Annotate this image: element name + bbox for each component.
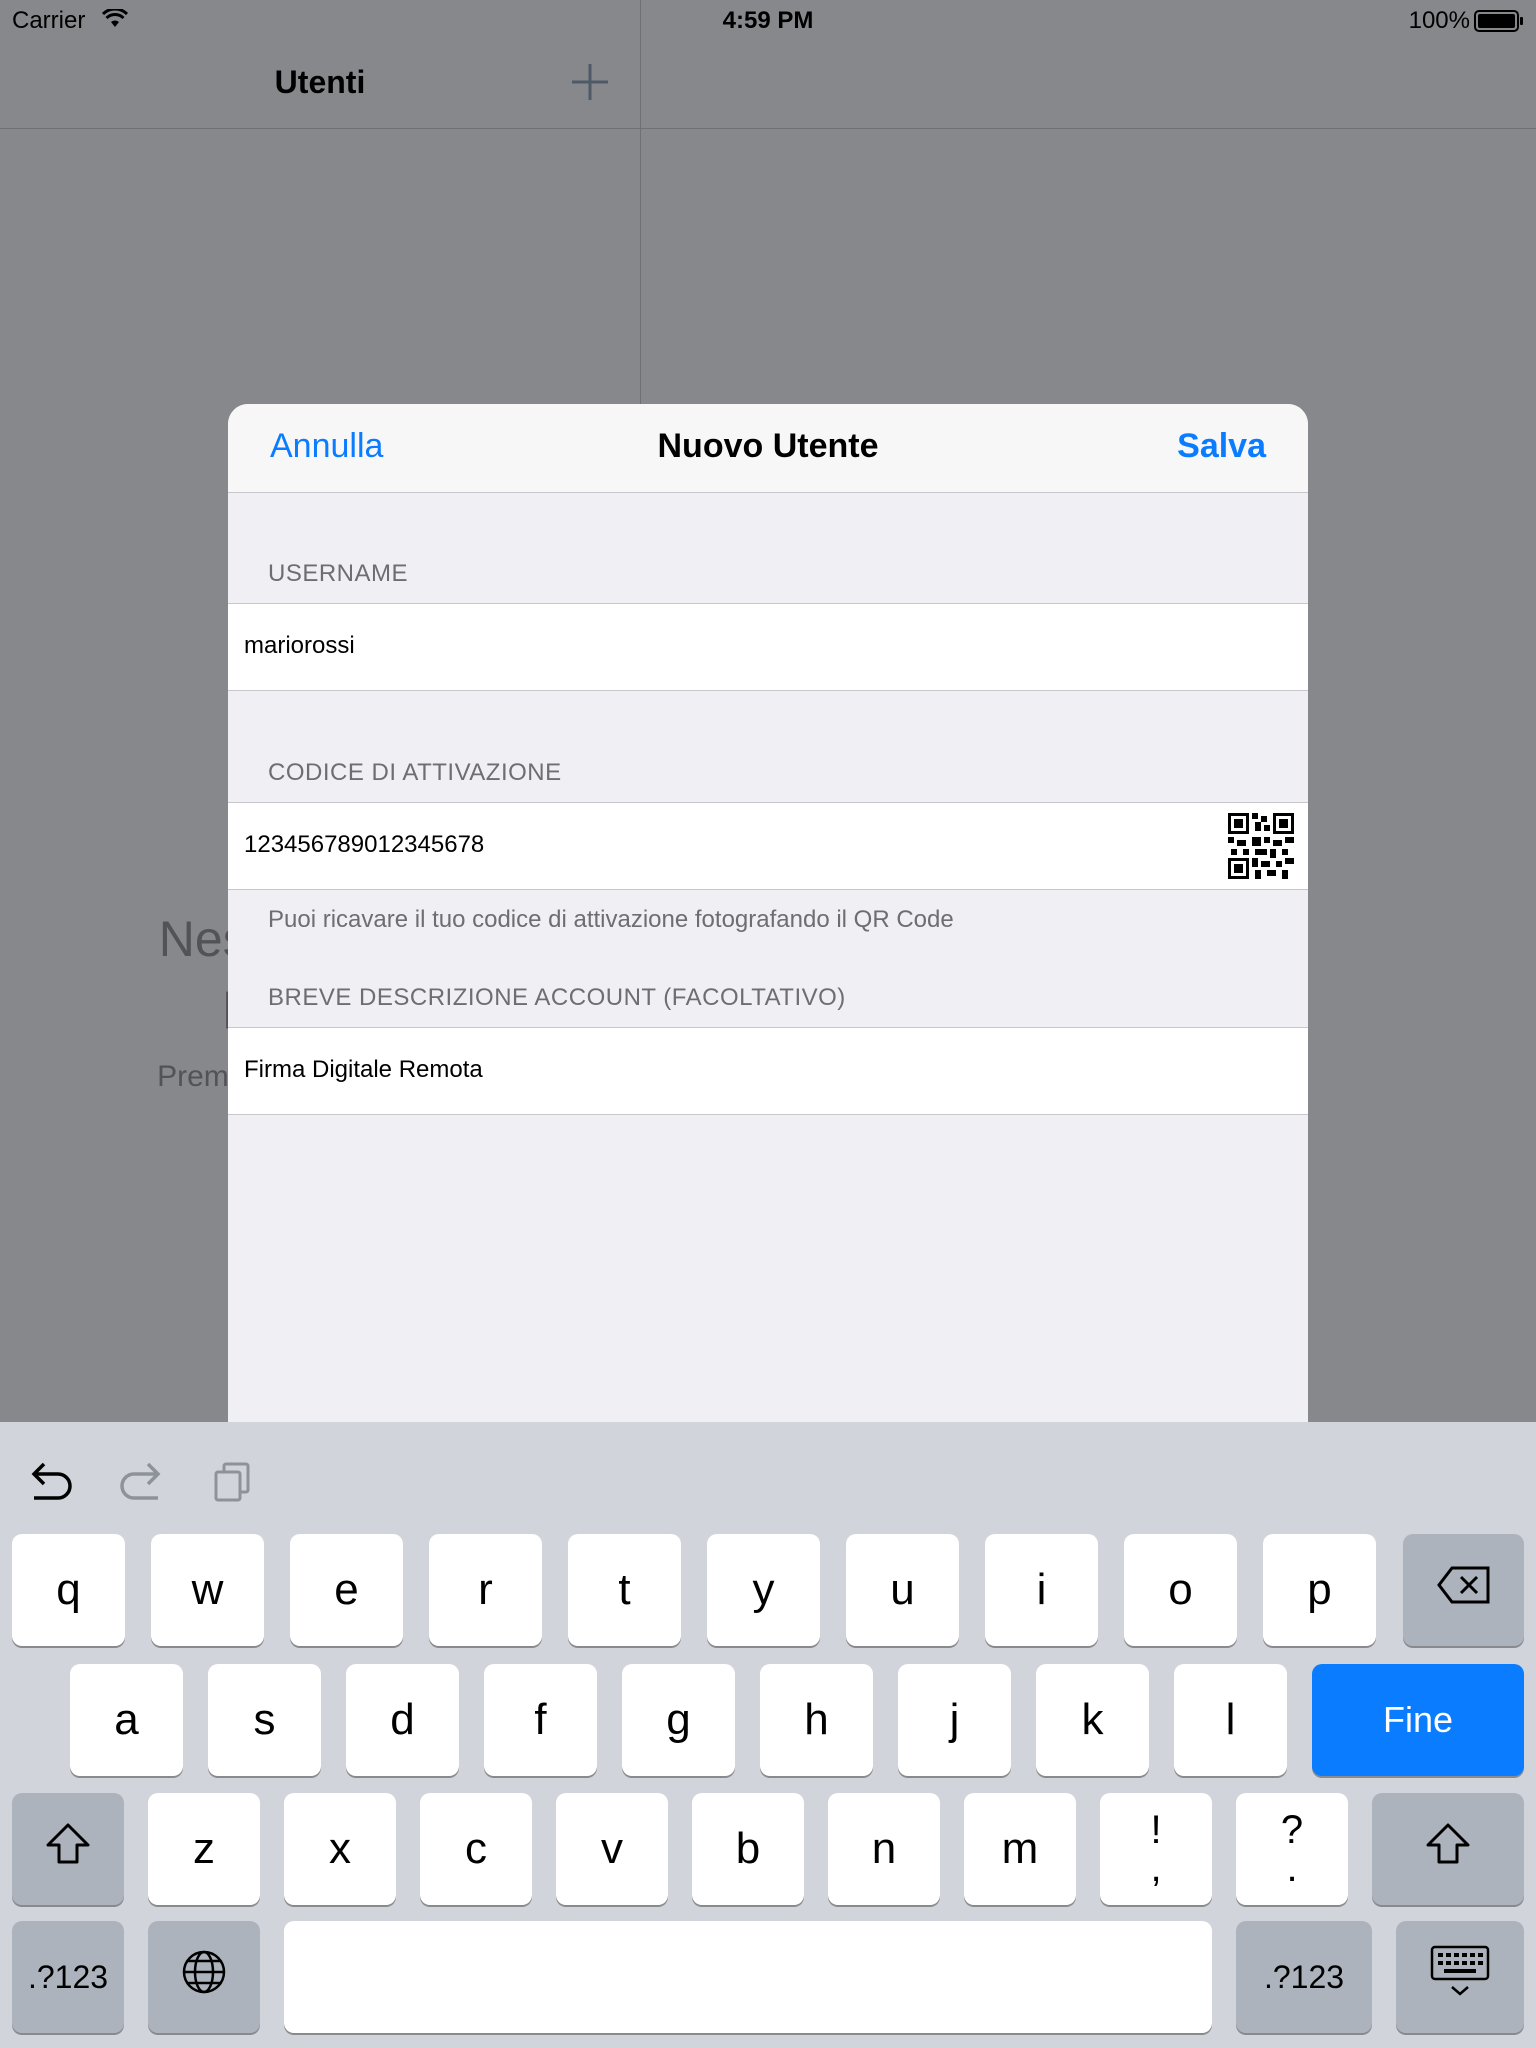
key-punct1-top: ! bbox=[1150, 1808, 1162, 1852]
qr-code-icon[interactable] bbox=[1228, 813, 1294, 884]
done-key[interactable]: Fine bbox=[1312, 1664, 1524, 1776]
key-e[interactable]: e bbox=[290, 1534, 403, 1646]
keyboard-dismiss-key[interactable] bbox=[1396, 1921, 1524, 2033]
plus-icon[interactable] bbox=[566, 58, 614, 111]
key-s[interactable]: s bbox=[208, 1664, 321, 1776]
key-question-period[interactable]: ? . bbox=[1236, 1793, 1348, 1905]
key-punct1-bottom: , bbox=[1150, 1846, 1162, 1890]
paste-icon[interactable] bbox=[212, 1460, 256, 1509]
key-l[interactable]: l bbox=[1174, 1664, 1287, 1776]
description-field[interactable]: Firma Digitale Remota bbox=[228, 1027, 1308, 1115]
master-title: Utenti bbox=[274, 64, 366, 100]
sheet-title: Nuovo Utente bbox=[657, 427, 879, 465]
activation-code-value: 123456789012345678 bbox=[244, 831, 485, 858]
activation-section-header: CODICE DI ATTIVAZIONE bbox=[268, 759, 562, 786]
key-j[interactable]: j bbox=[898, 1664, 1011, 1776]
username-field[interactable]: mariorossi bbox=[228, 603, 1308, 691]
description-section-header: BREVE DESCRIZIONE ACCOUNT (FACOLTATIVO) bbox=[268, 984, 846, 1011]
status-time: 4:59 PM bbox=[722, 7, 814, 34]
keyboard-dismiss-icon bbox=[1430, 1945, 1490, 2010]
description-value: Firma Digitale Remota bbox=[244, 1056, 483, 1083]
sheet-navigation-bar: Annulla Nuovo Utente Salva bbox=[228, 404, 1308, 493]
key-exclamation-comma[interactable]: ! , bbox=[1100, 1793, 1212, 1905]
key-o[interactable]: o bbox=[1124, 1534, 1237, 1646]
key-q[interactable]: q bbox=[12, 1534, 125, 1646]
space-key[interactable] bbox=[284, 1921, 1212, 2033]
key-v[interactable]: v bbox=[556, 1793, 668, 1905]
key-p[interactable]: p bbox=[1263, 1534, 1376, 1646]
key-z[interactable]: z bbox=[148, 1793, 260, 1905]
redo-icon[interactable] bbox=[118, 1460, 166, 1509]
key-g[interactable]: g bbox=[622, 1664, 735, 1776]
numbers-key-right[interactable]: .?123 bbox=[1236, 1921, 1372, 2033]
key-punct2-bottom: . bbox=[1286, 1846, 1298, 1890]
activation-section-footer: Puoi ricavare il tuo codice di attivazio… bbox=[268, 906, 954, 933]
delete-key[interactable] bbox=[1403, 1534, 1524, 1646]
key-x[interactable]: x bbox=[284, 1793, 396, 1905]
key-punct2-top: ? bbox=[1280, 1808, 1304, 1852]
shift-icon bbox=[44, 1822, 92, 1877]
new-user-sheet: Annulla Nuovo Utente Salva USERNAME mari… bbox=[228, 404, 1308, 1504]
status-bar: Carrier 4:59 PM 100% bbox=[0, 0, 1536, 40]
detail-navigation-bar bbox=[641, 40, 1536, 129]
key-c[interactable]: c bbox=[420, 1793, 532, 1905]
shift-key-right[interactable] bbox=[1372, 1793, 1524, 1905]
key-u[interactable]: u bbox=[846, 1534, 959, 1646]
globe-key[interactable] bbox=[148, 1921, 260, 2033]
battery-percentage: 100% bbox=[1408, 7, 1470, 34]
shift-key-left[interactable] bbox=[12, 1793, 124, 1905]
delete-icon bbox=[1436, 1565, 1492, 1616]
activation-code-field[interactable]: 123456789012345678 bbox=[228, 802, 1308, 890]
save-button[interactable]: Salva bbox=[1177, 427, 1266, 466]
key-h[interactable]: h bbox=[760, 1664, 873, 1776]
undo-icon[interactable] bbox=[26, 1460, 74, 1509]
globe-icon bbox=[180, 1948, 228, 2007]
keyboard: q w e r t y u i o p a s d f g h j k l Fi… bbox=[0, 1422, 1536, 2048]
key-f[interactable]: f bbox=[484, 1664, 597, 1776]
key-y[interactable]: y bbox=[707, 1534, 820, 1646]
master-navigation-bar: Utenti bbox=[0, 40, 640, 129]
shift-icon bbox=[1424, 1822, 1472, 1877]
numbers-key-left[interactable]: .?123 bbox=[12, 1921, 124, 2033]
battery-icon bbox=[1474, 10, 1524, 39]
key-a[interactable]: a bbox=[70, 1664, 183, 1776]
key-w[interactable]: w bbox=[151, 1534, 264, 1646]
key-m[interactable]: m bbox=[964, 1793, 1076, 1905]
key-d[interactable]: d bbox=[346, 1664, 459, 1776]
key-r[interactable]: r bbox=[429, 1534, 542, 1646]
key-i[interactable]: i bbox=[985, 1534, 1098, 1646]
key-n[interactable]: n bbox=[828, 1793, 940, 1905]
username-section-header: USERNAME bbox=[268, 560, 409, 587]
key-t[interactable]: t bbox=[568, 1534, 681, 1646]
key-b[interactable]: b bbox=[692, 1793, 804, 1905]
key-k[interactable]: k bbox=[1036, 1664, 1149, 1776]
username-value: mariorossi bbox=[244, 632, 355, 659]
